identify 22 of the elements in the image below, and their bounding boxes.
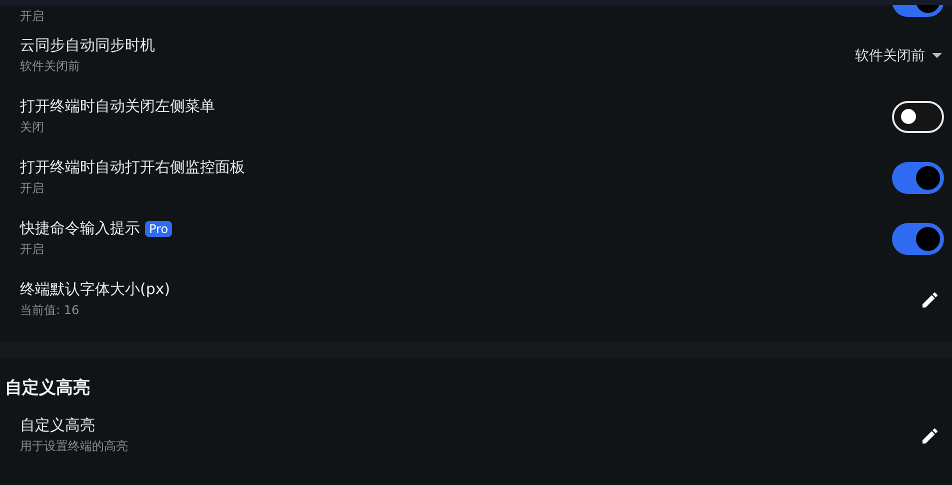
setting-title: 打开终端时自动关闭左侧菜单 <box>20 97 215 116</box>
setting-title: 快捷命令输入提示 <box>20 219 140 238</box>
setting-description: 关闭 <box>20 119 45 136</box>
dropdown[interactable]: 软件关闭前 <box>855 46 944 64</box>
setting-description: 软件关闭前 <box>20 58 81 75</box>
pencil-icon <box>920 426 940 446</box>
setting-description: 用于设置终端的高亮 <box>20 438 128 455</box>
pencil-icon <box>920 290 940 310</box>
setting-title: 打开终端时自动打开右侧监控面板 <box>20 158 245 177</box>
setting-title: 自定义高亮 <box>20 416 95 435</box>
setting-description: 当前值: 16 <box>20 302 80 319</box>
setting-title: 云同步自动同步时机 <box>20 36 155 55</box>
caret-icon <box>932 53 942 58</box>
setting-title: 终端默认字体大小(px) <box>20 280 170 299</box>
setting-description: 开启 <box>20 180 45 197</box>
toggle-switch[interactable] <box>892 162 944 194</box>
toggle-switch[interactable] <box>892 100 944 132</box>
toggle-switch[interactable] <box>892 222 944 254</box>
setting-description: 开启 <box>20 8 44 25</box>
pro-badge: Pro <box>145 220 172 236</box>
section-heading: 自定义高亮 <box>4 377 91 400</box>
setting-description: 开启 <box>20 241 45 258</box>
